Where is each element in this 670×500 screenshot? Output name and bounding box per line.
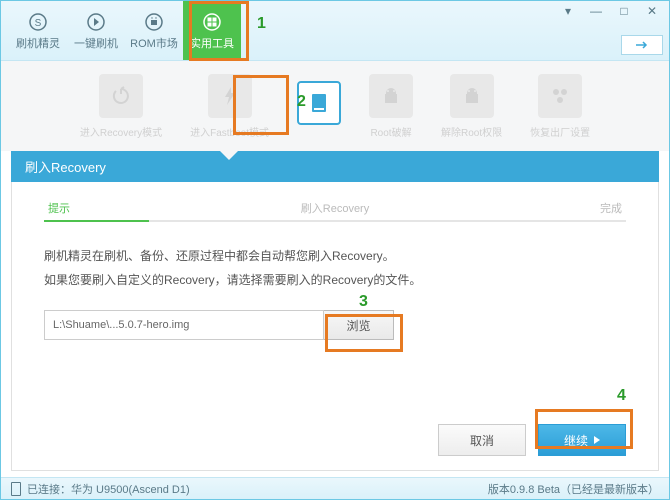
tool-label: Root破解	[370, 124, 411, 139]
nav-label: ROM市场	[130, 35, 178, 51]
window-controls: ▾ — □ ✕	[555, 3, 665, 19]
svg-text:S: S	[35, 18, 42, 29]
version-text: 版本0.9.8 Beta（已经是最新版本）	[488, 481, 659, 497]
step-2: 刷入Recovery	[301, 200, 369, 216]
tool-label: 恢复出厂设置	[530, 124, 590, 139]
panel-body: 提示 刷入Recovery 完成 刷机精灵在刷机、备份、还原过程中都会自动帮您刷…	[11, 182, 659, 471]
tool-row: 进入Recovery模式 进入Fastboot模式 Root破解 解除Root权…	[1, 61, 669, 151]
play-icon	[594, 436, 600, 444]
tool-factory-reset[interactable]: 恢复出厂设置	[530, 74, 590, 139]
file-selector: 浏览	[44, 310, 626, 340]
continue-label: 继续	[564, 432, 588, 449]
tool-fastboot-mode[interactable]: 进入Fastboot模式	[190, 74, 269, 139]
menu-dropdown-icon[interactable]: ▾	[555, 3, 581, 19]
step-3: 完成	[600, 200, 622, 216]
tool-flash-recovery[interactable]	[297, 81, 341, 131]
tool-recovery-mode[interactable]: 进入Recovery模式	[80, 74, 162, 139]
main-nav: S 刷机精灵 一键刷机 ROM市场 实用工具	[1, 1, 241, 60]
minimize-icon[interactable]: —	[583, 3, 609, 19]
device-icon	[11, 482, 21, 496]
circle-s-icon: S	[27, 11, 49, 33]
connection-status: 已连接：华为 U9500(Ascend D1)	[27, 481, 190, 497]
instruction-line: 如果您要刷入自定义的Recovery，请选择需要刷入的Recovery的文件。	[44, 268, 626, 292]
action-buttons: 取消 继续	[44, 424, 626, 456]
cancel-button[interactable]: 取消	[438, 424, 526, 456]
tool-label: 解除Root权限	[441, 124, 502, 139]
tool-unroot[interactable]: 解除Root权限	[441, 74, 502, 139]
nav-label: 一键刷机	[74, 35, 118, 51]
status-bar: 已连接：华为 U9500(Ascend D1) 版本0.9.8 Beta（已经是…	[1, 477, 669, 499]
nav-flash[interactable]: S 刷机精灵	[9, 1, 67, 60]
nav-rom[interactable]: ROM市场	[125, 1, 183, 60]
nav-tools[interactable]: 实用工具	[183, 1, 241, 60]
nav-onekey[interactable]: 一键刷机	[67, 1, 125, 60]
grid-icon	[201, 11, 223, 33]
step-labels: 提示 刷入Recovery 完成	[44, 200, 626, 216]
close-icon[interactable]: ✕	[639, 3, 665, 19]
panel-title: 刷入Recovery	[11, 151, 659, 182]
tool-label: 进入Recovery模式	[80, 124, 162, 139]
forward-button[interactable]	[621, 35, 663, 55]
step-1: 提示	[48, 200, 70, 216]
tool-root[interactable]: Root破解	[369, 74, 413, 139]
continue-button[interactable]: 继续	[538, 424, 626, 456]
instruction-text: 刷机精灵在刷机、备份、还原过程中都会自动帮您刷入Recovery。 如果您要刷入…	[44, 244, 626, 292]
nav-label: 刷机精灵	[16, 35, 60, 51]
instruction-line: 刷机精灵在刷机、备份、还原过程中都会自动帮您刷入Recovery。	[44, 244, 626, 268]
file-path-input[interactable]	[44, 310, 324, 340]
browse-button[interactable]: 浏览	[324, 310, 394, 340]
android-icon	[143, 11, 165, 33]
step-progress	[44, 220, 626, 222]
play-circle-icon	[85, 11, 107, 33]
nav-label: 实用工具	[190, 35, 234, 51]
maximize-icon[interactable]: □	[611, 3, 637, 19]
title-bar: S 刷机精灵 一键刷机 ROM市场 实用工具 ▾ — □ ✕	[1, 1, 669, 61]
tool-label: 进入Fastboot模式	[190, 124, 269, 139]
